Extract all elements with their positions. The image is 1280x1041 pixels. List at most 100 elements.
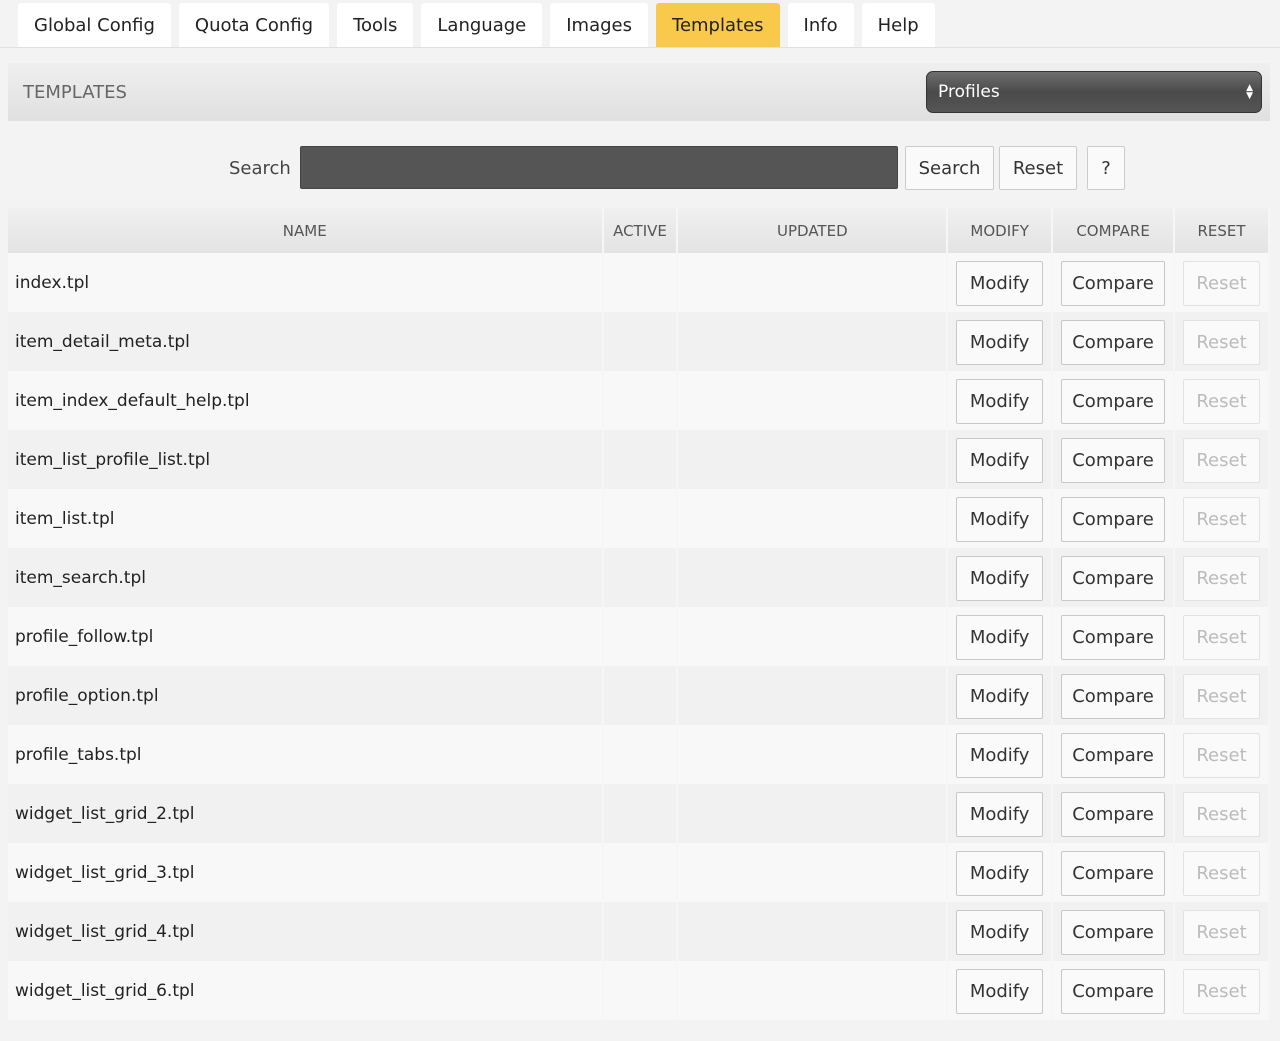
active-cell — [602, 725, 679, 784]
table-row: item_index_default_help.tpl Modify Compare… — [8, 371, 1270, 430]
compare-button[interactable]: Compare — [1061, 615, 1166, 660]
reset-button[interactable]: Reset — [1183, 320, 1260, 365]
tab-templates[interactable]: Templates — [656, 3, 780, 47]
compare-button[interactable]: Compare — [1061, 497, 1166, 542]
tab-language[interactable]: Language — [421, 3, 543, 47]
tab-images[interactable]: Images — [550, 3, 649, 47]
reset-button[interactable]: Reset — [1183, 497, 1260, 542]
modify-cell: Modify — [947, 489, 1054, 548]
template-name: item_list_profile_list.tpl — [8, 430, 604, 489]
table-row: widget_list_grid_3.tpl Modify Compare Reset — [8, 843, 1270, 902]
reset-button[interactable]: Reset — [1183, 674, 1260, 719]
modify-button[interactable]: Modify — [956, 320, 1044, 365]
tab-quota-config[interactable]: Quota Config — [178, 3, 330, 47]
modify-button[interactable]: Modify — [956, 261, 1044, 306]
reset-button[interactable]: Reset — [1183, 733, 1260, 778]
modify-cell: Modify — [947, 312, 1054, 371]
modify-button[interactable]: Modify — [956, 379, 1044, 424]
template-name: widget_list_grid_6.tpl — [8, 961, 604, 1020]
reset-button[interactable]: Reset — [1183, 379, 1260, 424]
active-cell — [602, 666, 679, 725]
template-name: item_search.tpl — [8, 548, 604, 607]
reset-button[interactable]: Reset — [1183, 438, 1260, 483]
compare-cell: Compare — [1052, 489, 1176, 548]
reset-button[interactable]: Reset — [1183, 261, 1260, 306]
compare-cell: Compare — [1052, 902, 1176, 961]
compare-button[interactable]: Compare — [1061, 438, 1166, 483]
reset-button[interactable]: Reset — [1183, 910, 1260, 955]
reset-search-button[interactable]: Reset — [999, 146, 1077, 190]
compare-cell: Compare — [1052, 784, 1176, 843]
reset-cell: Reset — [1174, 843, 1270, 902]
table-row: item_detail_meta.tpl Modify Compare Reset — [8, 312, 1270, 371]
select-value: Profiles — [938, 82, 1000, 102]
table-row: widget_list_grid_4.tpl Modify Compare Reset — [8, 902, 1270, 961]
reset-button[interactable]: Reset — [1183, 851, 1260, 896]
modify-button[interactable]: Modify — [956, 674, 1044, 719]
modify-cell: Modify — [947, 843, 1054, 902]
active-cell — [602, 548, 679, 607]
reset-cell: Reset — [1174, 548, 1270, 607]
modify-button[interactable]: Modify — [956, 851, 1044, 896]
modify-button[interactable]: Modify — [956, 556, 1044, 601]
modify-cell: Modify — [947, 666, 1054, 725]
compare-button[interactable]: Compare — [1061, 910, 1166, 955]
template-name: item_list.tpl — [8, 489, 604, 548]
help-button[interactable]: ? — [1087, 146, 1125, 190]
table-row: profile_tabs.tpl Modify Compare Reset — [8, 725, 1270, 784]
compare-cell: Compare — [1052, 312, 1176, 371]
reset-button[interactable]: Reset — [1183, 615, 1260, 660]
tab-global-config[interactable]: Global Config — [18, 3, 171, 47]
tab-tools[interactable]: Tools — [337, 3, 414, 47]
modify-button[interactable]: Modify — [956, 733, 1044, 778]
page-title: TEMPLATES — [23, 81, 127, 103]
compare-button[interactable]: Compare — [1061, 733, 1166, 778]
active-cell — [602, 430, 679, 489]
updated-cell — [677, 312, 949, 371]
reset-button[interactable]: Reset — [1183, 969, 1260, 1014]
reset-cell: Reset — [1174, 902, 1270, 961]
modify-button[interactable]: Modify — [956, 438, 1044, 483]
modify-button[interactable]: Modify — [956, 615, 1044, 660]
template-name: item_detail_meta.tpl — [8, 312, 604, 371]
search-bar: Search Search Reset ? — [0, 146, 1280, 190]
active-cell — [602, 253, 679, 312]
tab-info[interactable]: Info — [787, 3, 854, 47]
tab-help[interactable]: Help — [861, 3, 935, 47]
column-header-active[interactable]: ACTIVE — [602, 208, 679, 253]
table-row: item_search.tpl Modify Compare Reset — [8, 548, 1270, 607]
modify-cell: Modify — [947, 961, 1054, 1020]
template-name: profile_option.tpl — [8, 666, 604, 725]
search-button[interactable]: Search — [905, 146, 994, 190]
compare-button[interactable]: Compare — [1061, 320, 1166, 365]
compare-button[interactable]: Compare — [1061, 969, 1166, 1014]
reset-button[interactable]: Reset — [1183, 556, 1260, 601]
compare-button[interactable]: Compare — [1061, 556, 1166, 601]
updated-cell — [677, 607, 949, 666]
modify-cell: Modify — [947, 784, 1054, 843]
active-cell — [602, 607, 679, 666]
updated-cell — [677, 784, 949, 843]
modify-button[interactable]: Modify — [956, 792, 1044, 837]
tab-bar: Global Config Quota Config Tools Language Im… — [18, 0, 935, 48]
compare-cell: Compare — [1052, 430, 1176, 489]
modify-button[interactable]: Modify — [956, 969, 1044, 1014]
compare-button[interactable]: Compare — [1061, 379, 1166, 424]
updated-cell — [677, 548, 949, 607]
template-name: widget_list_grid_2.tpl — [8, 784, 604, 843]
column-header-updated[interactable]: UPDATED — [677, 208, 949, 253]
column-header-name[interactable]: NAME — [8, 208, 604, 253]
reset-cell: Reset — [1174, 666, 1270, 725]
modify-cell: Modify — [947, 371, 1054, 430]
search-input[interactable] — [300, 146, 898, 189]
template-set-select[interactable]: Profiles ▲ ▼ — [926, 71, 1262, 113]
compare-button[interactable]: Compare — [1061, 674, 1166, 719]
modify-button[interactable]: Modify — [956, 497, 1044, 542]
compare-button[interactable]: Compare — [1061, 261, 1166, 306]
reset-button[interactable]: Reset — [1183, 792, 1260, 837]
compare-cell: Compare — [1052, 843, 1176, 902]
updated-cell — [677, 489, 949, 548]
modify-button[interactable]: Modify — [956, 910, 1044, 955]
compare-button[interactable]: Compare — [1061, 792, 1166, 837]
compare-button[interactable]: Compare — [1061, 851, 1166, 896]
